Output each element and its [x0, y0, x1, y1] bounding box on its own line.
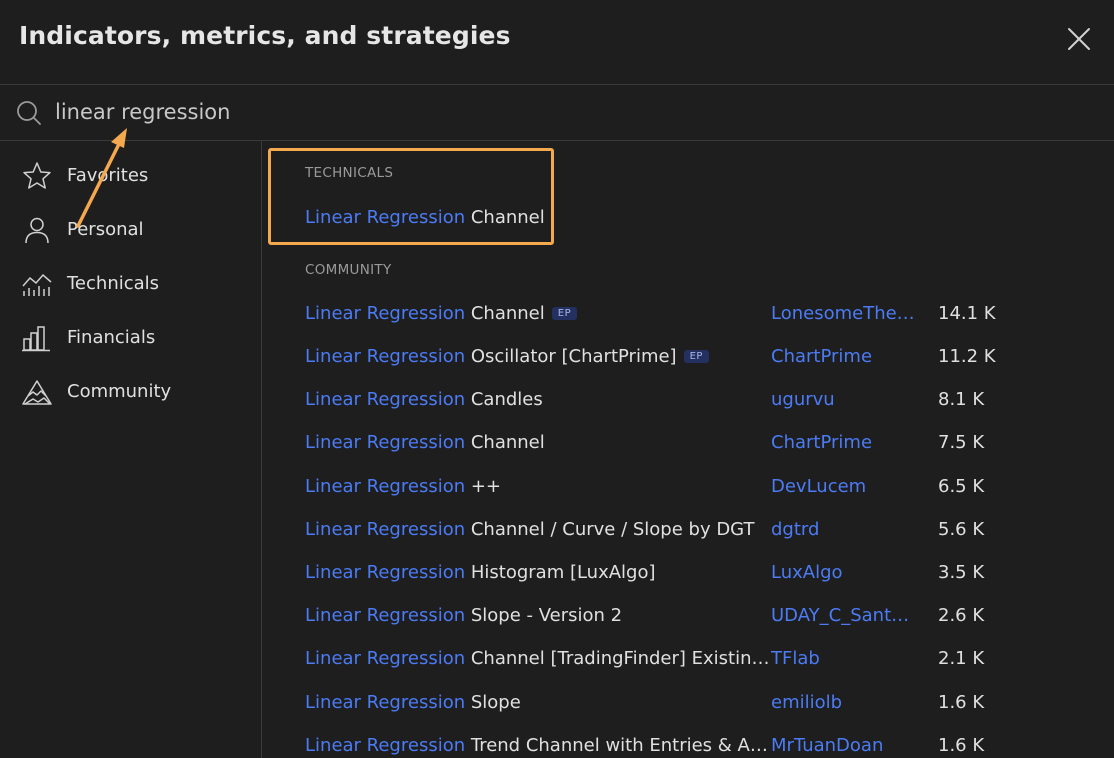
result-row-community[interactable]: Linear Regression Channel [TradingFinder… — [262, 639, 1114, 679]
name-rest: Channel — [465, 303, 545, 324]
result-row-community[interactable]: Linear Regression Channel ChartPrime 7.5 K — [262, 423, 1114, 463]
author-link[interactable]: LuxAlgo — [771, 562, 843, 583]
section-label-community: COMMUNITY — [305, 262, 392, 278]
sidebar-item-financials[interactable]: Financials — [0, 316, 261, 360]
usage-count: 2.1 K — [938, 648, 985, 669]
name-rest: Channel — [465, 207, 545, 228]
result-row-community[interactable]: Linear Regression Histogram [LuxAlgo] Lux… — [262, 553, 1114, 593]
sidebar-item-personal[interactable]: Personal — [0, 208, 261, 252]
result-row-community[interactable]: Linear Regression Channel EP LonesomeThe… 1… — [262, 294, 1114, 334]
result-row-community[interactable]: Linear Regression Trend Channel with Ent… — [262, 726, 1114, 758]
close-button[interactable] — [1062, 22, 1096, 56]
result-name: Linear Regression ++ — [305, 476, 501, 497]
result-name: Linear Regression Channel [TradingFinder… — [305, 648, 770, 669]
result-name: Linear Regression Slope - Version 2 — [305, 605, 622, 626]
match-text: Linear Regression — [305, 207, 466, 228]
sidebar-item-label: Technicals — [67, 273, 160, 294]
match-text: Linear Regression — [305, 648, 466, 669]
sidebar-item-label: Financials — [67, 327, 156, 348]
result-row-community[interactable]: Linear Regression ++ DevLucem 6.5 K — [262, 467, 1114, 507]
match-text: Linear Regression — [305, 389, 466, 410]
results-panel: TECHNICALS Linear Regression Channel COM… — [262, 141, 1114, 758]
author-link[interactable]: TFlab — [771, 648, 820, 669]
search-icon — [17, 101, 41, 125]
result-name: Linear Regression Histogram [LuxAlgo] — [305, 562, 656, 583]
close-icon — [1068, 28, 1090, 50]
usage-count: 11.2 K — [938, 346, 996, 367]
match-text: Linear Regression — [305, 346, 466, 367]
result-name: Linear Regression Oscillator [ChartPrime… — [305, 346, 709, 367]
name-rest: Oscillator [ChartPrime] — [465, 346, 677, 367]
result-name: Linear Regression Candles — [305, 389, 543, 410]
category-sidebar: Favorites Personal Technicals Financials… — [0, 141, 262, 758]
star-icon — [23, 162, 51, 189]
search-bar — [0, 85, 1114, 141]
usage-count: 3.5 K — [938, 562, 985, 583]
sidebar-item-community[interactable]: Community — [0, 370, 261, 414]
sidebar-item-technicals[interactable]: Technicals — [0, 262, 261, 306]
name-rest: Channel — [465, 432, 545, 453]
author-link[interactable]: MrTuanDoan — [771, 735, 883, 756]
user-icon — [25, 217, 49, 244]
usage-count: 8.1 K — [938, 389, 985, 410]
author-link[interactable]: UDAY_C_Sant… — [771, 605, 909, 626]
result-name: Linear Regression Slope — [305, 692, 521, 713]
usage-count: 1.6 K — [938, 692, 985, 713]
name-rest: Slope - Version 2 — [465, 605, 623, 626]
name-rest: ++ — [465, 476, 502, 497]
result-name: Linear Regression Channel / Curve / Slop… — [305, 519, 755, 540]
match-text: Linear Regression — [305, 432, 466, 453]
author-link[interactable]: LonesomeThe… — [771, 303, 915, 324]
name-rest: Histogram [LuxAlgo] — [465, 562, 656, 583]
author-link[interactable]: emiliolb — [771, 692, 842, 713]
match-text: Linear Regression — [305, 562, 466, 583]
sidebar-item-label: Personal — [67, 219, 144, 240]
author-link[interactable]: ChartPrime — [771, 432, 872, 453]
usage-count: 5.6 K — [938, 519, 985, 540]
result-row-technicals[interactable]: Linear Regression Channel — [262, 198, 1114, 238]
indicators-dialog: Indicators, metrics, and strategies Favo… — [0, 0, 1114, 758]
result-name: Linear Regression Channel — [305, 432, 545, 453]
sidebar-item-favorites[interactable]: Favorites — [0, 154, 261, 198]
author-link[interactable]: DevLucem — [771, 476, 866, 497]
name-rest: Slope — [465, 692, 521, 713]
result-row-community[interactable]: Linear Regression Candles ugurvu 8.1 K — [262, 380, 1114, 420]
result-name: Linear Regression Trend Channel with Ent… — [305, 735, 768, 756]
sidebar-item-label: Community — [67, 381, 172, 402]
match-text: Linear Regression — [305, 476, 466, 497]
bar-chart-icon — [22, 326, 50, 352]
result-name: Linear Regression Channel — [305, 207, 545, 228]
result-name: Linear Regression Channel EP — [305, 303, 578, 324]
technicals-chart-icon — [22, 273, 52, 296]
dialog-title: Indicators, metrics, and strategies — [19, 21, 511, 50]
author-link[interactable]: ugurvu — [771, 389, 835, 410]
author-link[interactable]: ChartPrime — [771, 346, 872, 367]
match-text: Linear Regression — [305, 303, 466, 324]
usage-count: 2.6 K — [938, 605, 985, 626]
match-text: Linear Regression — [305, 735, 466, 756]
result-row-community[interactable]: Linear Regression Oscillator [ChartPrime… — [262, 337, 1114, 377]
name-rest: Channel / Curve / Slope by DGT — [465, 519, 755, 540]
match-text: Linear Regression — [305, 605, 466, 626]
ep-badge: EP — [683, 350, 709, 363]
usage-count: 7.5 K — [938, 432, 985, 453]
usage-count: 1.6 K — [938, 735, 985, 756]
dialog-header: Indicators, metrics, and strategies — [0, 0, 1114, 85]
sidebar-item-label: Favorites — [67, 165, 149, 186]
community-mountain-icon — [22, 380, 52, 405]
result-row-community[interactable]: Linear Regression Slope emiliolb 1.6 K — [262, 683, 1114, 723]
usage-count: 14.1 K — [938, 303, 996, 324]
name-rest: Candles — [465, 389, 543, 410]
section-label-technicals: TECHNICALS — [305, 165, 394, 181]
result-row-community[interactable]: Linear Regression Channel / Curve / Slop… — [262, 510, 1114, 550]
search-input[interactable] — [53, 93, 1095, 131]
usage-count: 6.5 K — [938, 476, 985, 497]
ep-badge: EP — [551, 307, 578, 320]
author-link[interactable]: dgtrd — [771, 519, 819, 540]
match-text: Linear Regression — [305, 692, 466, 713]
name-rest: Trend Channel with Entries & A… — [465, 735, 768, 756]
name-rest: Channel [TradingFinder] Existin… — [465, 648, 770, 669]
match-text: Linear Regression — [305, 519, 466, 540]
result-row-community[interactable]: Linear Regression Slope - Version 2 UDAY_… — [262, 596, 1114, 636]
